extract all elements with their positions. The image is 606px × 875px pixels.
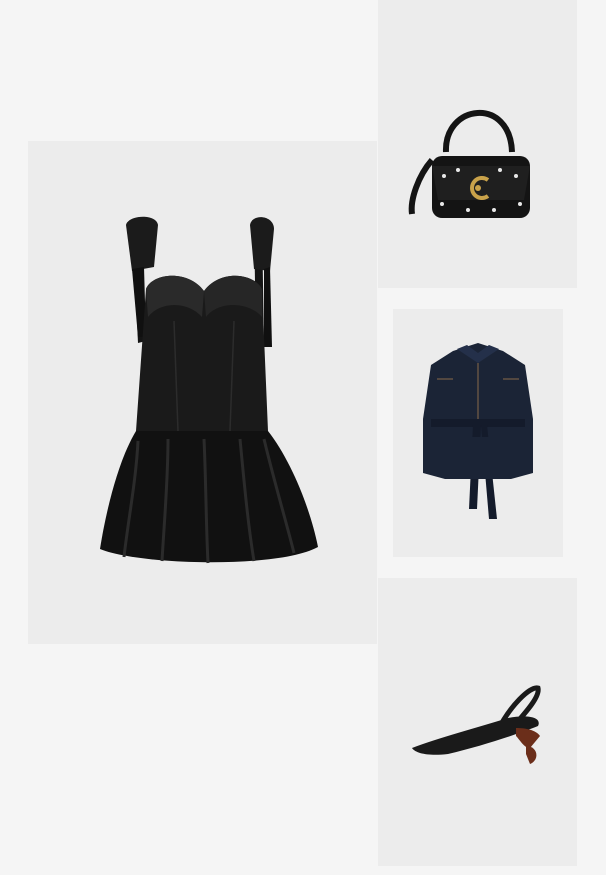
product-tile-handbag[interactable] bbox=[378, 0, 577, 288]
product-tile-jacket[interactable] bbox=[393, 309, 563, 557]
product-tile-dress[interactable] bbox=[28, 141, 377, 644]
handbag-image bbox=[408, 110, 530, 218]
dress-image bbox=[100, 216, 318, 564]
slingback-pump-image bbox=[412, 685, 541, 764]
product-tile-pumps[interactable] bbox=[378, 578, 577, 866]
jacket-image bbox=[423, 343, 533, 519]
